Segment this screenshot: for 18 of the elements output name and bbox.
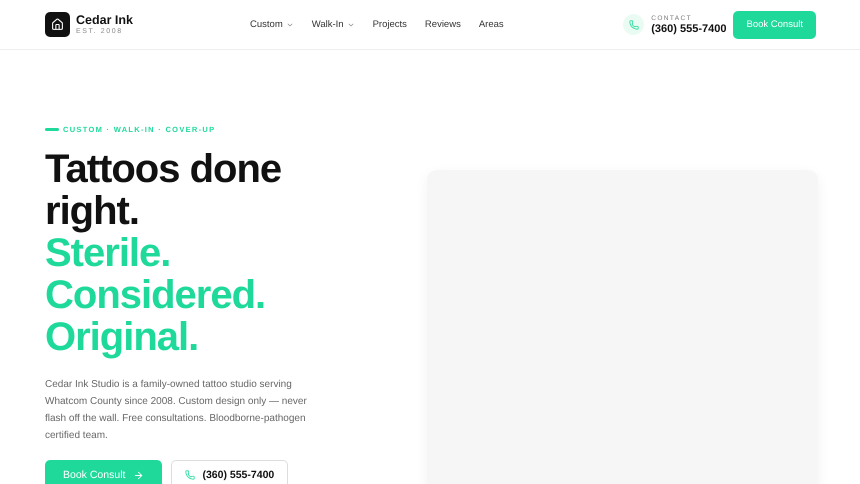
- contact-phone: (360) 555-7400: [651, 22, 726, 36]
- nav-link[interactable]: Areas: [478, 19, 504, 30]
- house-logo-icon: [45, 12, 70, 37]
- brand-name: Cedar Ink: [76, 12, 133, 26]
- accent-bar: [45, 128, 59, 131]
- arrow-right-icon: [133, 470, 144, 480]
- headline-accent: Original.: [45, 316, 198, 358]
- nav-link[interactable]: Reviews: [424, 19, 461, 30]
- phone-icon: [623, 14, 644, 35]
- headline: Tattoos done right.: [45, 148, 282, 232]
- nav-link[interactable]: Walk-In: [312, 19, 355, 30]
- phone-button[interactable]: (360) 555-7400: [171, 460, 288, 484]
- phone-icon: [185, 470, 196, 480]
- nav-link[interactable]: Projects: [372, 19, 407, 30]
- headline-accent: Considered.: [45, 274, 266, 316]
- headline-accent: Sterile.: [45, 232, 170, 274]
- hero-description: Cedar Ink Studio is a family-owned tattoo studio serving Whatcom County since 2008. Custom design only — never flash off the wall. Free consultations. Bloodborne-pathogen certified team.: [45, 378, 308, 443]
- nav-link[interactable]: Custom: [250, 19, 294, 30]
